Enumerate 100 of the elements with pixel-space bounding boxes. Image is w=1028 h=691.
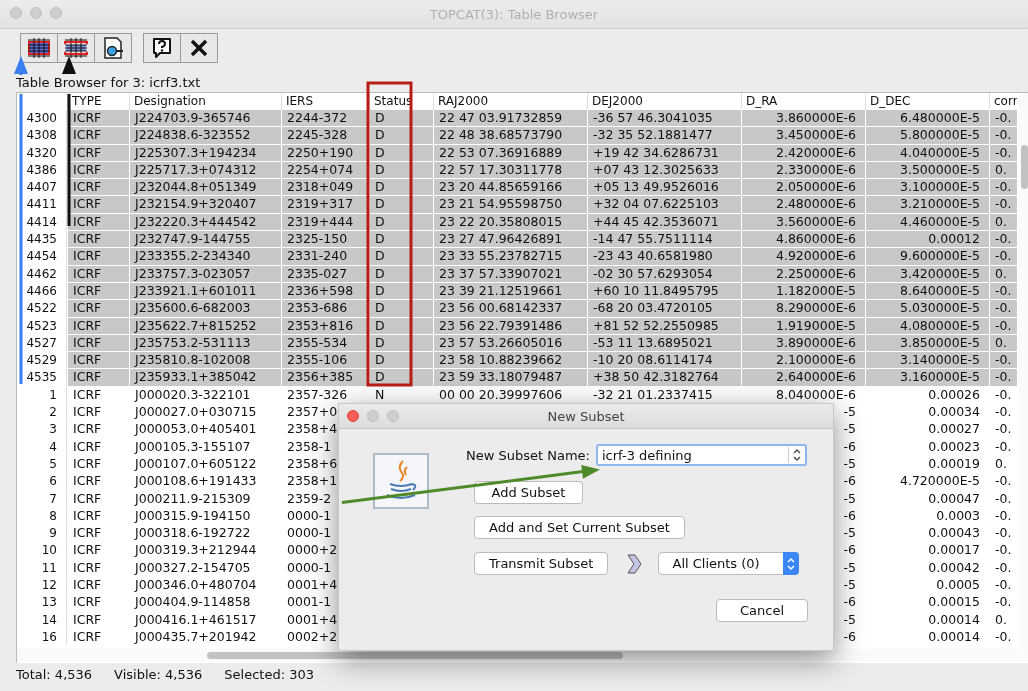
table-cell: 2.250000E-6	[741, 265, 865, 282]
table-cell: -53 11 13.6895021	[587, 334, 741, 352]
table-cell: 3.420000E-5	[865, 265, 989, 282]
table-cell: D	[369, 110, 433, 127]
table-cell: ICRF	[67, 473, 129, 490]
add-subset-button[interactable]: Add Subset	[474, 481, 583, 504]
scrollbar-thumb[interactable]	[207, 652, 623, 659]
table-cell: D	[369, 352, 433, 369]
table-cell: 4.720000E-5	[865, 473, 989, 490]
grid-icon[interactable]	[57, 33, 95, 63]
row-number: 14	[17, 611, 67, 628]
table-cell: 2.480000E-6	[741, 196, 865, 213]
table-cell: J233921.1+601011	[129, 282, 281, 300]
table-cell: -0.	[989, 282, 1017, 300]
table-cell: D	[369, 127, 433, 144]
add-and-set-button[interactable]: Add and Set Current Subset	[474, 516, 685, 539]
table-cell: -0.	[989, 144, 1017, 161]
table-cell: 23 58 10.88239662	[433, 352, 587, 369]
table-cell: 2.640000E-6	[741, 369, 865, 386]
status-text: Total: 4,536	[16, 667, 93, 682]
table-cell: 23 39 21.12519661	[433, 282, 587, 300]
table-cell: 4.080000E-5	[865, 317, 989, 334]
table-cell: +07 43 12.3025633	[587, 161, 741, 179]
table-cell: J224703.9-365746	[129, 110, 281, 127]
table-cell: ICRF	[67, 161, 129, 179]
table-cell: 1.919000E-5	[741, 317, 865, 334]
table-cell: ICRF	[67, 248, 129, 265]
table-cell: D	[369, 334, 433, 352]
table-cell: 2.100000E-6	[741, 352, 865, 369]
table-cell: D	[369, 144, 433, 161]
table-cell: ICRF	[67, 127, 129, 144]
table-cell: 0.00019	[865, 455, 989, 473]
table-cell: J000108.6+191433	[129, 473, 281, 490]
table-cell: -36 57 46.3041035	[587, 110, 741, 127]
row-number: 5	[17, 455, 67, 473]
table-cell: 22 53 07.36916889	[433, 144, 587, 161]
help-icon[interactable]	[143, 33, 181, 63]
table-cell: +32 04 07.6225103	[587, 196, 741, 213]
table-cell: 3.160000E-5	[865, 369, 989, 386]
close-button[interactable]	[347, 410, 359, 422]
row-number: 4	[17, 438, 67, 455]
table-cell: ICRF	[67, 231, 129, 248]
table-cell: ICRF	[67, 386, 129, 404]
transmit-button[interactable]: Transmit Subset	[474, 552, 609, 575]
table-cell: D	[369, 265, 433, 282]
scrollbar-thumb[interactable]	[1021, 145, 1028, 189]
status-text: Visible: 4,536	[114, 667, 203, 682]
subset-name-field[interactable]: icrf-3 defining	[595, 444, 807, 466]
table-cell: -0.	[989, 369, 1017, 386]
table-cell: 2355-106	[281, 352, 369, 369]
coffee-cup-icon	[373, 453, 429, 509]
table-cell: -0.	[989, 127, 1017, 144]
table-cell: J232044.8+051349	[129, 179, 281, 196]
table-cell: 23 27 47.96426891	[433, 231, 587, 248]
table-cell: J233355.2-234340	[129, 248, 281, 265]
magnifier-document-icon[interactable]	[94, 33, 132, 63]
table-cell: 2254+074	[281, 161, 369, 179]
table-cell: 4.460000E-5	[865, 213, 989, 231]
table-cell: D	[369, 213, 433, 231]
table-cell: -14 47 55.7511114	[587, 231, 741, 248]
table-cell: D	[369, 179, 433, 196]
row-number: 11	[17, 559, 67, 576]
table-cell: J235622.7+815252	[129, 317, 281, 334]
table-cell: 8.290000E-6	[741, 300, 865, 317]
table-cell: J233757.3-023057	[129, 265, 281, 282]
table-cell: ICRF	[67, 542, 129, 559]
cancel-button[interactable]: Cancel	[716, 599, 808, 622]
table-cell: 0.00017	[865, 542, 989, 559]
table-cell: 2355-534	[281, 334, 369, 352]
table-cell: 3.850000E-5	[865, 334, 989, 352]
row-number: 13	[17, 594, 67, 611]
table-cell: 2353+816	[281, 317, 369, 334]
table-cell: ICRF	[67, 559, 129, 576]
table-cell: -23 43 40.6581980	[587, 248, 741, 265]
table-cell: -0.	[989, 110, 1017, 127]
row-number: 8	[17, 507, 67, 525]
table-cell: -02 30 57.6293054	[587, 265, 741, 282]
table-cell: 3.100000E-5	[865, 179, 989, 196]
table-cell: 23 56 00.68142337	[433, 300, 587, 317]
table-cell: ICRF	[67, 628, 129, 646]
table-cell: 0.00023	[865, 438, 989, 455]
table-cell: 5.030000E-5	[865, 300, 989, 317]
table-cell: 4.920000E-6	[741, 248, 865, 265]
table-cell: J000315.9-194150	[129, 507, 281, 525]
row-number: 6	[17, 473, 67, 490]
table-cell: ICRF	[67, 611, 129, 628]
table-cell: D	[369, 300, 433, 317]
table-cell: J235753.2-531113	[129, 334, 281, 352]
table-cell: J000107.0+605122	[129, 455, 281, 473]
table-cell: 2318+049	[281, 179, 369, 196]
row-number: 1	[17, 386, 67, 404]
table-cell: D	[369, 248, 433, 265]
grid-icon[interactable]	[20, 33, 58, 63]
clients-dropdown[interactable]: All Clients (0)	[658, 552, 800, 575]
table-cell: 2245-328	[281, 127, 369, 144]
table-cell: ICRF	[67, 179, 129, 196]
table-cell: J232220.3+444542	[129, 213, 281, 231]
table-cell: -68 20 03.4720105	[587, 300, 741, 317]
table-cell: J000318.6-192722	[129, 525, 281, 542]
close-icon[interactable]	[180, 33, 218, 63]
